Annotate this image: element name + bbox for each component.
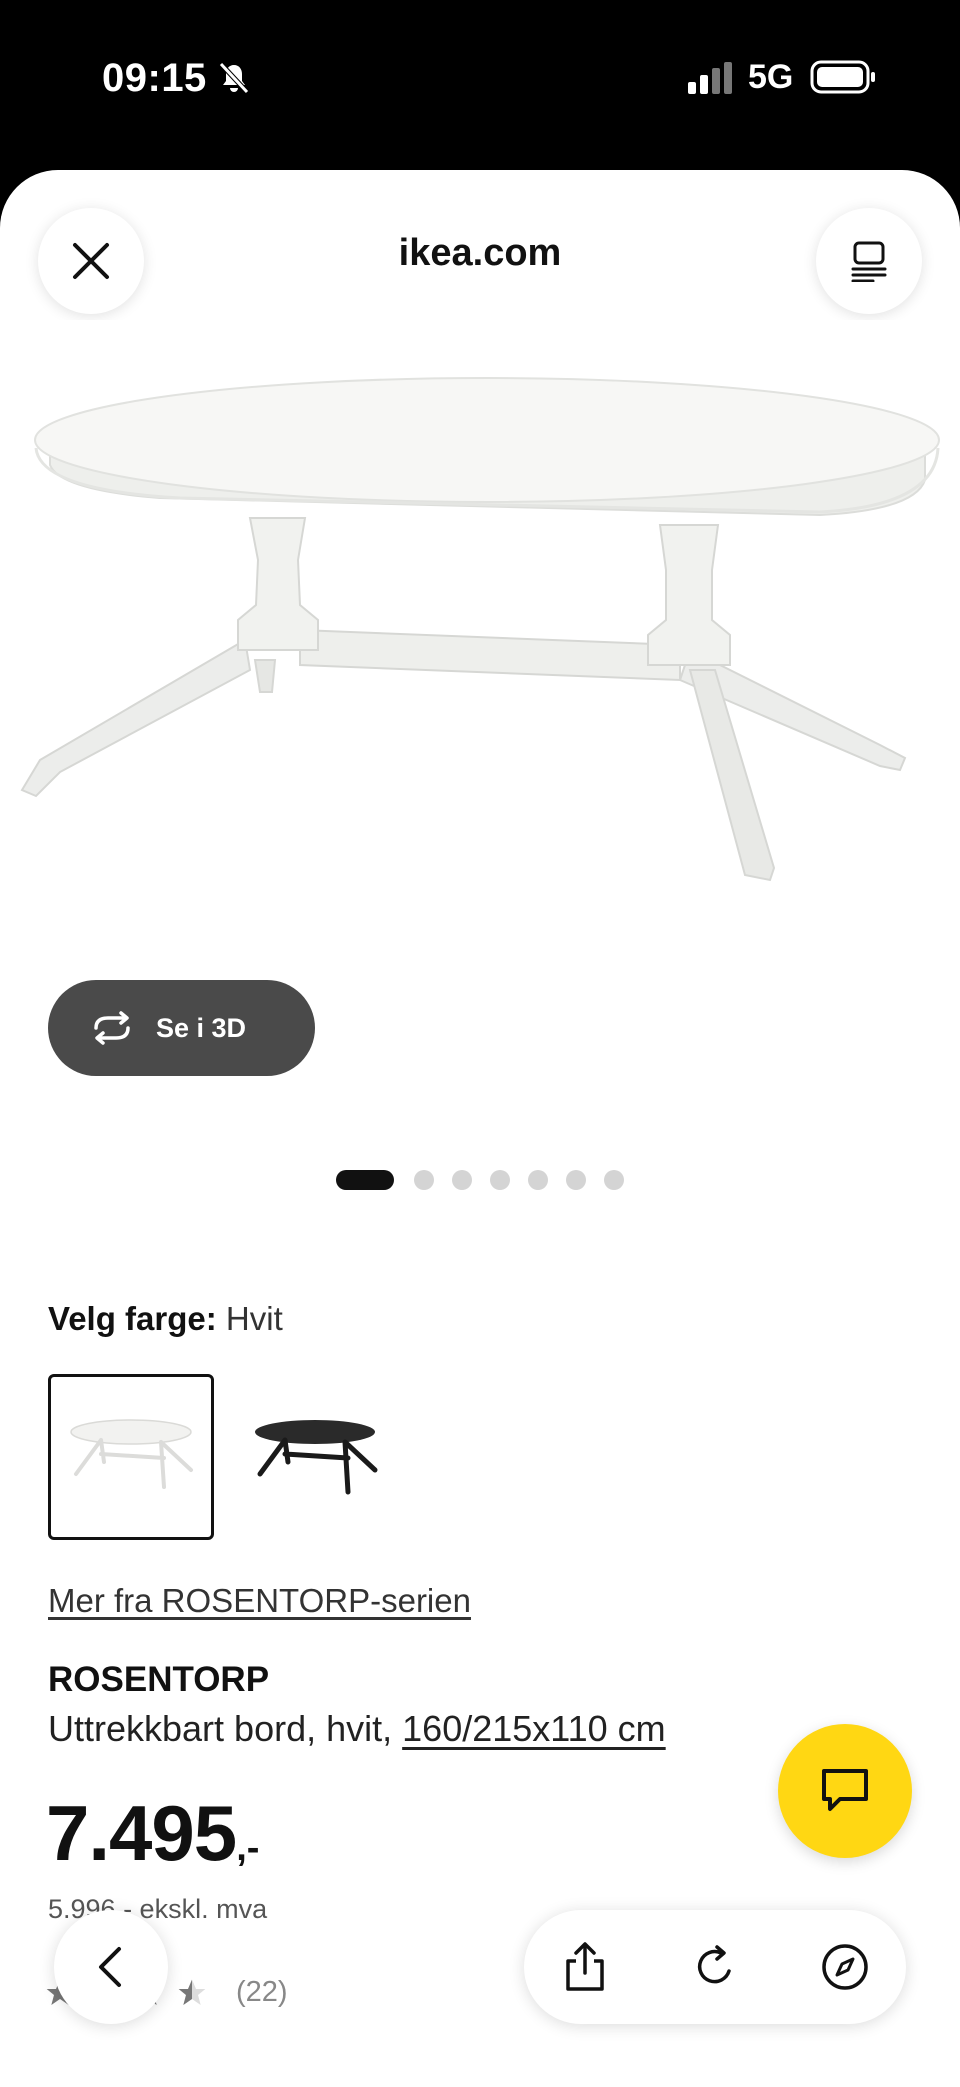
reload-button[interactable] bbox=[680, 1932, 750, 2002]
carousel-dot[interactable] bbox=[566, 1170, 586, 1190]
back-button[interactable] bbox=[54, 1910, 168, 2024]
carousel-dot[interactable] bbox=[336, 1170, 394, 1190]
carousel-dot[interactable] bbox=[414, 1170, 434, 1190]
network-label: 5G bbox=[748, 58, 794, 96]
reader-mode-button[interactable] bbox=[816, 208, 922, 314]
chat-icon bbox=[822, 1769, 868, 1811]
view-in-3d-label: Se i 3D bbox=[156, 1012, 247, 1043]
carousel-dot[interactable] bbox=[452, 1170, 472, 1190]
status-bar: 09:15 5G bbox=[0, 0, 960, 170]
product-description: Uttrekkbart bord, hvit, 160/215x110 cm bbox=[48, 1708, 666, 1750]
view-in-3d-button[interactable]: Se i 3D bbox=[48, 980, 315, 1076]
browser-sheet: ikea.com Se i 3D Velg farge: Hvit Mer fr… bbox=[0, 170, 960, 2087]
price: 7.495,- bbox=[46, 1788, 259, 1879]
price-value: 7.495 bbox=[46, 1789, 237, 1877]
product-name: ROSENTORP bbox=[48, 1660, 270, 1699]
star-half-icon bbox=[178, 1979, 206, 2005]
rotate-3d-icon bbox=[94, 1011, 130, 1045]
carousel-dot[interactable] bbox=[528, 1170, 548, 1190]
reader-mode-icon bbox=[851, 241, 887, 282]
product-image[interactable] bbox=[0, 320, 960, 980]
reload-icon bbox=[697, 1945, 731, 1984]
review-count: (22) bbox=[236, 1976, 288, 2008]
chat-button[interactable] bbox=[778, 1724, 912, 1858]
share-button[interactable] bbox=[550, 1932, 620, 2002]
image-carousel-dots[interactable] bbox=[336, 1170, 642, 1190]
white-table-thumbnail bbox=[70, 1419, 193, 1489]
carousel-dot[interactable] bbox=[490, 1170, 510, 1190]
color-swatch-black[interactable] bbox=[232, 1374, 398, 1540]
carousel-dot[interactable] bbox=[604, 1170, 624, 1190]
signal-icon bbox=[688, 62, 732, 94]
product-dimensions-link[interactable]: 160/215x110 cm bbox=[402, 1708, 666, 1749]
status-time: 09:15 bbox=[102, 56, 207, 100]
color-label: Velg farge: bbox=[48, 1300, 217, 1337]
compass-icon bbox=[822, 1944, 868, 1990]
black-table-thumbnail bbox=[255, 1420, 378, 1495]
bell-muted-icon bbox=[219, 62, 249, 94]
color-value: Hvit bbox=[225, 1300, 283, 1337]
browser-compass-button[interactable] bbox=[810, 1932, 880, 2002]
back-icon bbox=[99, 1947, 121, 1987]
price-suffix: ,- bbox=[236, 1827, 260, 1869]
product-description-text: Uttrekkbart bord, hvit, bbox=[48, 1708, 393, 1749]
battery-icon bbox=[810, 60, 875, 94]
share-icon bbox=[566, 1942, 604, 1991]
color-swatch-white[interactable] bbox=[48, 1374, 214, 1540]
browser-toolbar bbox=[524, 1910, 906, 2024]
color-selector-label: Velg farge: Hvit bbox=[48, 1300, 283, 1338]
series-link[interactable]: Mer fra ROSENTORP-serien bbox=[48, 1582, 471, 1620]
browser-header: ikea.com bbox=[0, 170, 960, 320]
